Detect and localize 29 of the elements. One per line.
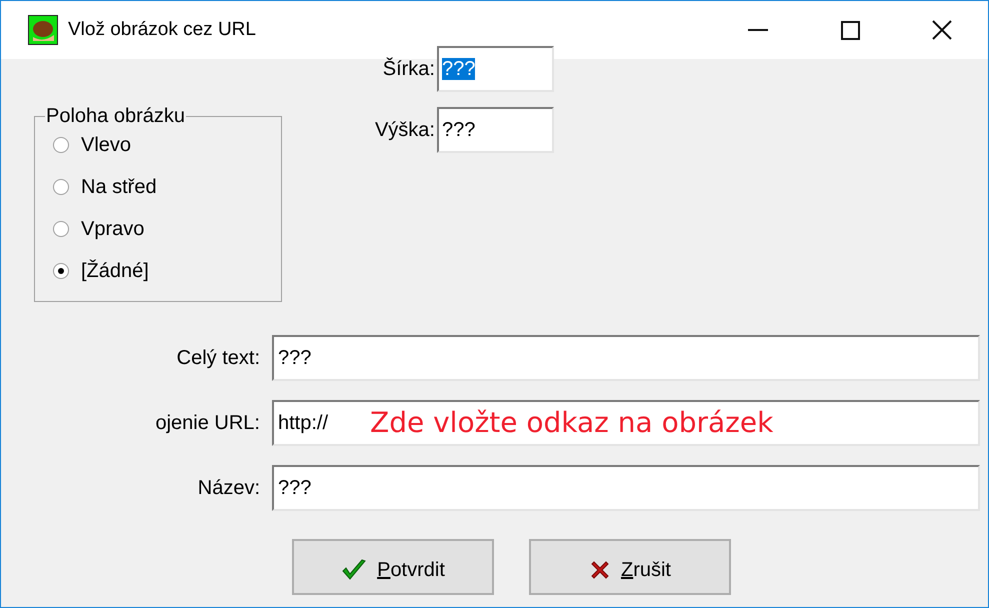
group-title: Poloha obrázku [45, 105, 186, 127]
field-label: Výška: [374, 118, 436, 143]
input-field[interactable]: ??? [272, 465, 980, 511]
field-label: Šírka: [382, 56, 436, 82]
field-label: ojenie URL: [154, 411, 261, 436]
cancel-button[interactable]: Zrušit [529, 539, 731, 595]
input-field[interactable]: http:// Zde vložte odkaz na obrázek [272, 400, 980, 446]
maximize-icon [840, 20, 860, 40]
app-icon [28, 15, 58, 45]
radio-option[interactable]: Vpravo [53, 215, 273, 243]
annotation-text: Zde vložte odkaz na obrázek [370, 407, 774, 439]
radio-button[interactable] [53, 221, 69, 237]
window-title: Vlož obrázok cez URL [68, 18, 256, 42]
radio-option[interactable]: Vlevo [53, 131, 273, 159]
input-field[interactable]: ??? [437, 46, 554, 92]
close-icon [588, 559, 611, 581]
radio-option[interactable]: Na střed [53, 173, 273, 201]
radio-button[interactable] [53, 137, 69, 153]
close-icon [932, 20, 952, 40]
checkmark-icon [341, 558, 368, 582]
radio-button[interactable] [53, 179, 69, 195]
radio-button[interactable] [53, 263, 69, 279]
field-label: Název: [196, 476, 261, 501]
confirm-button[interactable]: Potvrdit [292, 539, 494, 595]
radio-option[interactable]: [Žádné] [53, 257, 273, 285]
input-field[interactable]: ??? [272, 335, 980, 381]
field-label: Celý text: [176, 346, 261, 371]
input-field[interactable]: ??? [437, 107, 554, 153]
minimize-icon [748, 29, 768, 31]
